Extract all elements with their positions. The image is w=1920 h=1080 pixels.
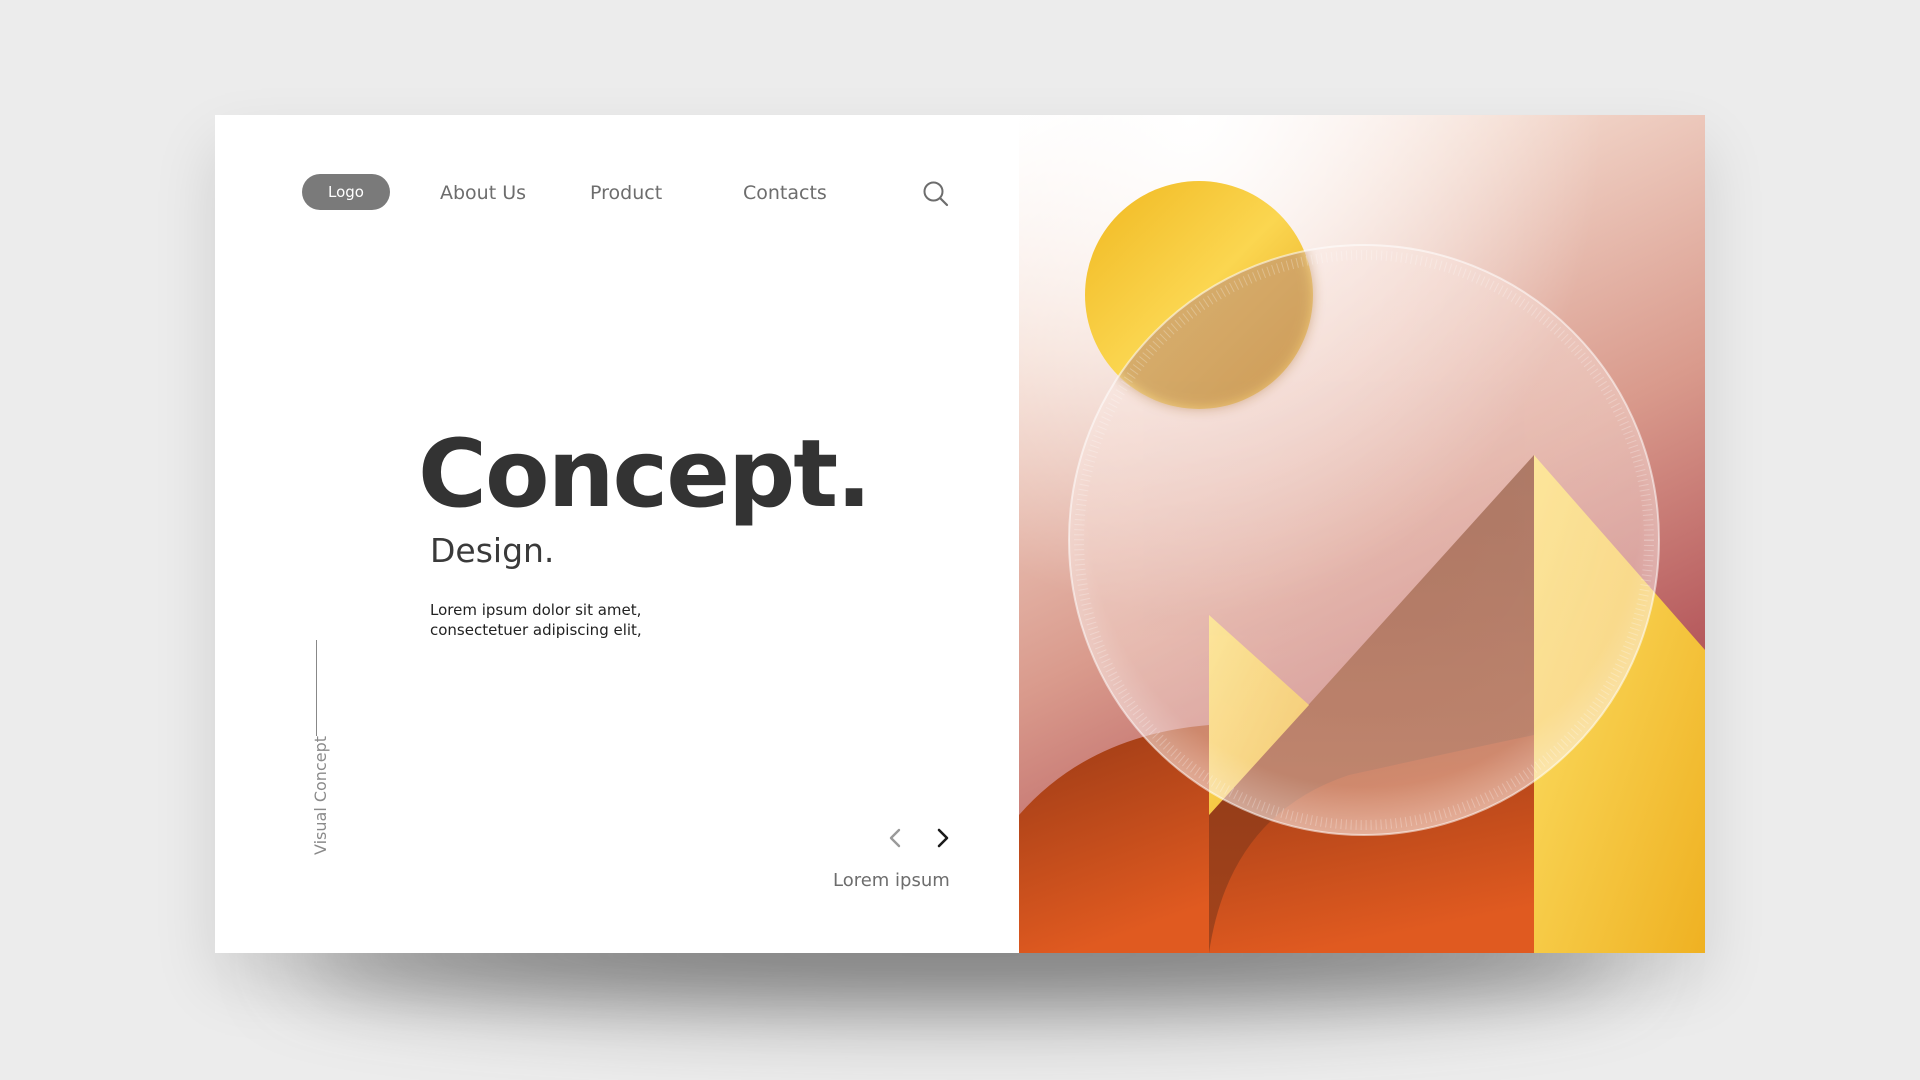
hero-subtitle: Design. bbox=[430, 531, 555, 570]
hero-illustration bbox=[1019, 115, 1705, 953]
page-background: Logo About Us Product Contacts Concept. … bbox=[0, 0, 1920, 1080]
nav-link-about-us[interactable]: About Us bbox=[440, 181, 526, 205]
content-panel: Logo About Us Product Contacts Concept. … bbox=[215, 115, 1019, 953]
nav-link-product[interactable]: Product bbox=[590, 181, 662, 205]
slider-caption[interactable]: Lorem ipsum bbox=[833, 870, 950, 891]
hero-description: Lorem ipsum dolor sit amet, consectetuer… bbox=[430, 600, 790, 640]
landing-card: Logo About Us Product Contacts Concept. … bbox=[215, 115, 1705, 953]
vertical-divider bbox=[316, 640, 317, 736]
hero-description-line: consectetuer adipiscing elit, bbox=[430, 621, 642, 639]
search-icon[interactable] bbox=[921, 179, 951, 209]
chevron-right-icon[interactable] bbox=[929, 825, 955, 851]
hero-description-line: Lorem ipsum dolor sit amet, bbox=[430, 601, 642, 619]
side-label: Visual Concept bbox=[311, 735, 330, 855]
nav-link-contacts[interactable]: Contacts bbox=[743, 181, 827, 205]
chevron-left-icon[interactable] bbox=[883, 825, 909, 851]
hero-title: Concept. bbox=[418, 420, 872, 529]
logo-button[interactable]: Logo bbox=[302, 174, 390, 210]
